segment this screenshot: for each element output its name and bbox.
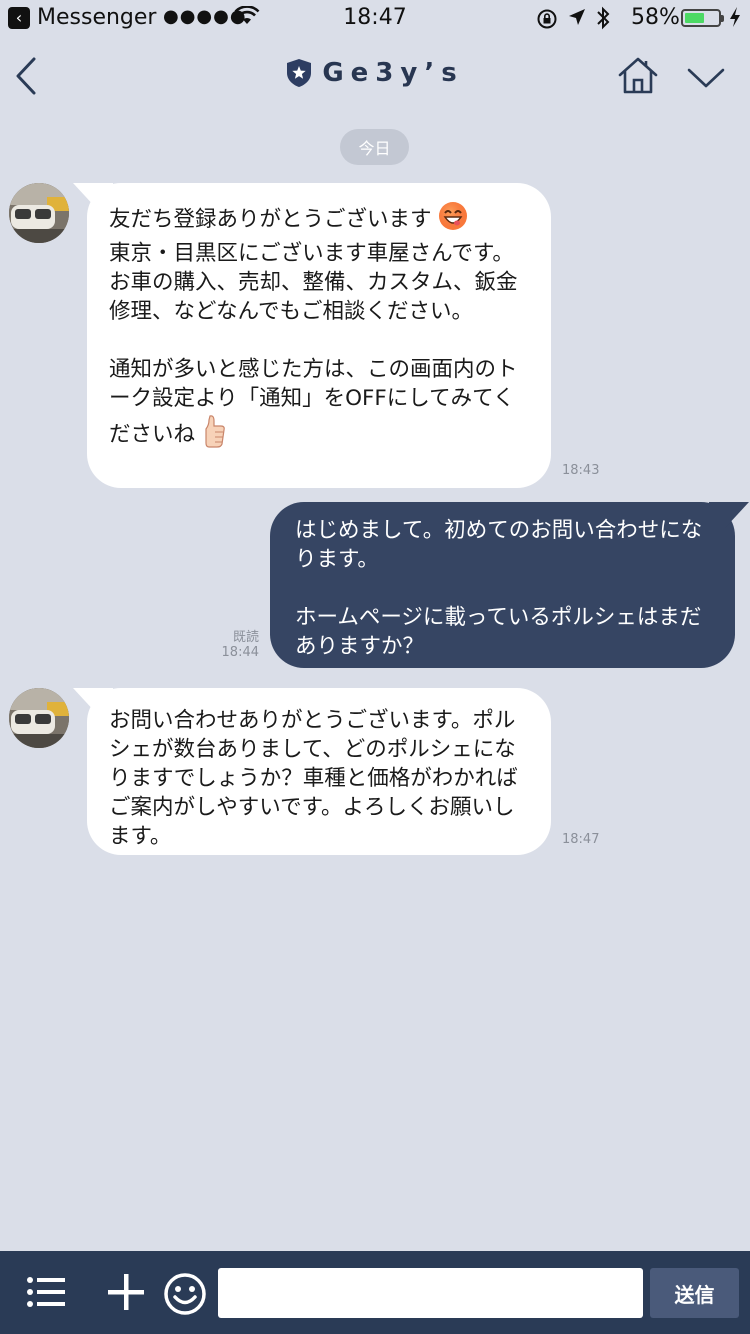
menu-button[interactable] xyxy=(25,1272,67,1312)
car-photo-avatar xyxy=(9,183,69,243)
battery-level xyxy=(685,13,704,23)
message-text: 友だち登録ありがとうございます 東京・目黒区にございます車屋さんです。 お車の購… xyxy=(109,201,529,457)
message-text-body: 東京・目黒区にございます車屋さんです。 お車の購入、売却、整備、カスタム、鈑金 … xyxy=(109,241,518,447)
thumbs-up-emoji-icon xyxy=(202,413,226,457)
battery-percent: 58% xyxy=(631,5,680,30)
add-button[interactable] xyxy=(105,1271,147,1313)
chevron-down-icon xyxy=(687,68,725,88)
menu-toggle-button[interactable] xyxy=(686,62,726,94)
car-photo-avatar xyxy=(9,688,69,748)
battery-icon xyxy=(681,9,724,27)
location-arrow-icon xyxy=(567,7,587,33)
avatar[interactable] xyxy=(9,688,69,748)
charging-bolt-icon xyxy=(729,6,741,33)
message-timestamp: 18:44 xyxy=(221,645,259,660)
plus-icon xyxy=(108,1274,144,1310)
read-receipt: 既読 xyxy=(232,630,259,645)
sticker-button[interactable] xyxy=(163,1271,209,1317)
grinning-emoji-icon xyxy=(438,201,468,239)
message-timestamp: 18:43 xyxy=(562,463,600,478)
shield-star-icon xyxy=(287,59,312,87)
message-input[interactable] xyxy=(218,1268,643,1318)
bluetooth-icon xyxy=(595,6,611,35)
message-text: はじめまして。初めてのお問い合わせにな ります。 ホームページに載っているポルシ… xyxy=(295,518,703,659)
message-bubble-outgoing[interactable]: はじめまして。初めてのお問い合わせにな ります。 ホームページに載っているポルシ… xyxy=(270,502,735,668)
home-icon xyxy=(618,57,658,94)
input-bar: 送信 xyxy=(0,1251,750,1334)
message-text: お問い合わせありがとうございます。ポル シェが数台ありまして、どのポルシェにな … xyxy=(109,708,518,849)
rotation-lock-icon xyxy=(536,8,558,36)
message-text-line: 友だち登録ありがとうございます xyxy=(109,207,432,232)
message-timestamp: 18:47 xyxy=(562,832,600,847)
message-bubble-incoming[interactable]: 友だち登録ありがとうございます 東京・目黒区にございます車屋さんです。 お車の購… xyxy=(87,183,551,488)
account-name: Ge3y’s xyxy=(322,58,464,88)
chat-header: Ge3y’s xyxy=(0,38,750,118)
home-button[interactable] xyxy=(616,56,660,96)
message-bubble-incoming[interactable]: お問い合わせありがとうございます。ポル シェが数台ありまして、どのポルシェにな … xyxy=(87,688,551,855)
status-bar: ‹ Messenger ●●●●● 18:47 58% xyxy=(0,0,750,38)
smile-icon xyxy=(164,1273,206,1315)
send-button[interactable]: 送信 xyxy=(650,1268,739,1318)
menu-list-icon xyxy=(27,1277,65,1307)
date-separator: 今日 xyxy=(340,129,409,165)
avatar[interactable] xyxy=(9,183,69,243)
